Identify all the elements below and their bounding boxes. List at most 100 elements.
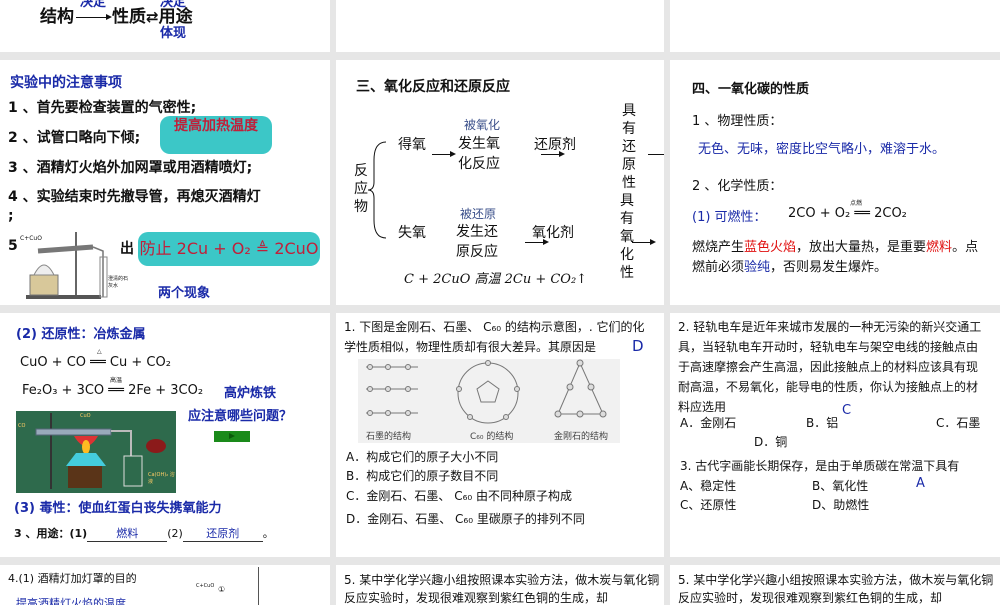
image-label: CO: [18, 423, 26, 429]
answer-mark: A: [916, 476, 925, 491]
image-label: C+CuO: [20, 235, 42, 242]
phenomena-text: 两个现象: [158, 286, 211, 301]
use-blank-1: 燃料: [87, 525, 168, 542]
slide-thumbnail-7[interactable]: (2) 还原性：冶炼金属 CuO + CO ══ Cu + CO₂ △ Fe₂O…: [0, 313, 330, 557]
option: C．金刚石、石墨、 C₆₀ 由不同种原子构成: [346, 489, 573, 503]
option: A．构成它们的原子大小不同: [346, 450, 499, 464]
marker-label: ①: [218, 585, 226, 594]
option: B．构成它们的原子数目不同: [346, 469, 499, 483]
arrow-icon: [541, 151, 566, 157]
highlight: 验纯: [744, 260, 771, 275]
physical-heading: 1 、物理性质：: [692, 114, 783, 129]
slide-thumbnail-5[interactable]: 三、氧化反应和还原反应 反应物 被氧化 得氧 发生氧化反应 还原剂 具有还原性 …: [336, 60, 664, 305]
combustibility-label: (1) 可燃性：: [692, 210, 767, 225]
slide-thumbnail-11[interactable]: 5. 某中学化学兴趣小组按照课本实验方法，做木炭与氧化铜反应实验时，发现很难观察…: [336, 565, 664, 605]
condition-label: 点燃: [850, 200, 863, 207]
co-reduction-apparatus-image: CuO CO Ca(OH)₂ 溶液: [16, 411, 176, 493]
arrow-icon: [648, 154, 664, 155]
apparatus-stand: [258, 567, 259, 605]
slide-title: 四、一氧化碳的性质: [692, 82, 810, 97]
question-4: 4.(1) 酒精灯加灯罩的目的: [8, 572, 137, 585]
slide-thumbnail-8[interactable]: 1. 下图是金刚石、石墨、 C₆₀ 的结构示意图，. 它们的化学性质相似，物理性…: [336, 313, 664, 557]
arrow-icon: [432, 151, 456, 157]
option: B、氧化性: [812, 479, 869, 493]
image-caption: C₆₀ 的结构: [470, 432, 514, 442]
play-button[interactable]: [214, 431, 250, 442]
equation-cuo: CuO + CO ══ Cu + CO₂: [20, 355, 171, 370]
slide-thumbnail-1[interactable]: 决定 决定 结构 性质⇄用途 体现: [0, 0, 330, 52]
double-arrow-icon: ⇄: [146, 8, 159, 26]
reactant-label: 反应物: [354, 163, 368, 215]
image-label: 澄清的石灰水: [108, 276, 129, 289]
reducing-property: 具有还原性: [622, 103, 636, 191]
arrow-icon: [525, 239, 550, 245]
option: A、稳定性: [680, 479, 737, 493]
brace-icon: [368, 141, 387, 239]
blast-furnace-label: 高炉炼铁: [224, 386, 277, 401]
slide-thumbnail-12[interactable]: 5. 某中学化学兴趣小组按照课本实验方法，做木炭与氧化铜反应实验时，发现很难观察…: [670, 565, 1000, 605]
label-reflect: 体现: [160, 26, 187, 41]
option: D、助燃性: [812, 498, 870, 512]
image-caption: 金刚石的结构: [554, 432, 609, 442]
question-text: 应注意哪些问题？: [188, 409, 293, 424]
option: B．铝: [806, 416, 839, 430]
arrow-icon: [632, 239, 657, 245]
image-label: C+CuO: [196, 583, 215, 589]
slide-thumbnail-4[interactable]: 实验中的注意事项 1 、首先要检查装置的气密性; 2 、试管口略向下倾; 3 、…: [0, 60, 330, 305]
note-item: 5: [8, 238, 18, 254]
slide-thumbnail-10[interactable]: 4.(1) 酒精灯加灯罩的目的 提高酒精灯火焰的温度 C+CuO ①: [0, 565, 330, 605]
answer-mark: C: [842, 403, 852, 418]
answer-text: 提高酒精灯火焰的温度: [16, 597, 126, 605]
callout-bubble: 防止 2Cu + O₂ ≜ 2CuO: [138, 232, 320, 266]
oxidation-reaction: 发生氧化反应: [458, 136, 500, 172]
property-text: 性质: [112, 7, 146, 27]
slide-thumbnail-3[interactable]: [670, 0, 1000, 52]
oxidizer: 氧化剂: [532, 225, 574, 241]
note-item: 4 、实验结束时先撤导管，再熄灭酒精灯: [8, 189, 261, 205]
slide-thumbnail-6[interactable]: 四、一氧化碳的性质 1 、物理性质： 无色、无味，密度比空气略小，难溶于水。 2…: [670, 60, 1000, 305]
toxicity-text: (3) 毒性：使血红蛋白丧失携氧能力: [14, 501, 222, 516]
combustion-equation: 2CO + O₂ ══ 2CO₂: [788, 206, 907, 221]
condition-label: 高温: [110, 377, 123, 384]
question-text: 1. 下图是金刚石、石墨、 C₆₀ 的结构示意图，. 它们的化学性质相似，物理性…: [344, 320, 645, 354]
option: D．铜: [754, 435, 788, 449]
note-item: ;: [8, 208, 14, 224]
oxidized-label: 被氧化: [464, 118, 501, 132]
play-icon: [229, 433, 235, 439]
oxidizing-property: 具有氧化性: [620, 193, 634, 281]
note-item: 3 、酒精灯火焰外加网罩或用酒精喷灯;: [8, 160, 253, 176]
use-blank-2: 还原剂: [182, 525, 263, 542]
callout-bubble: 提高加热温度: [160, 116, 272, 154]
gain-oxygen: 得氧: [398, 137, 426, 153]
reducer: 还原剂: [534, 137, 576, 153]
highlight: 蓝色火焰: [744, 240, 797, 255]
uses-line: 3 、用途：(1) 燃料 (2) 还原剂。: [14, 525, 274, 542]
option: C．石墨: [936, 416, 981, 430]
question-2: 2. 轻轨电车是近年来城市发展的一种无污染的新兴交通工具，当轻轨电车开动时，轻轨…: [678, 320, 982, 414]
highlight: 燃料: [926, 240, 953, 255]
image-caption: 石墨的结构: [366, 432, 412, 442]
apparatus-image: C+CuO 澄清的石灰水: [18, 227, 128, 302]
slide-thumbnail-9[interactable]: 2. 轻轨电车是近年来城市发展的一种无污染的新兴交通工具，当轻轨电车开动时，轻轨…: [670, 313, 1000, 557]
combustion-description: 燃烧产生蓝色火焰，放出大量热，是重要燃料。点燃前必须验纯，否则易发生爆炸。: [692, 238, 982, 278]
option: A．金刚石: [680, 416, 737, 430]
text: 燃烧产生: [692, 240, 745, 255]
uses-label: 3 、用途：(1): [14, 527, 88, 540]
reduction-reaction: 发生还原反应: [456, 224, 498, 260]
image-label: Ca(OH)₂ 溶液: [148, 472, 175, 485]
slide-title: 三、氧化反应和还原反应: [356, 79, 510, 95]
note-item: 1 、首先要检查装置的气密性;: [8, 100, 197, 116]
option: D．金刚石、石墨、 C₆₀ 里碳原子的排列不同: [346, 512, 585, 526]
slide-title: 实验中的注意事项: [10, 75, 122, 91]
condition-label: △: [97, 348, 102, 355]
arrow-icon: [76, 13, 112, 20]
slide-thumbnail-2[interactable]: [336, 0, 664, 52]
equation-fe2o3: Fe₂O₃ + 3CO ══ 2Fe + 3CO₂: [22, 383, 204, 398]
reduced-label: 被还原: [460, 207, 497, 221]
physical-properties: 无色、无味，密度比空气略小，难溶于水。: [698, 142, 946, 157]
answer-mark: D: [632, 337, 644, 355]
uses-label: 。: [262, 527, 274, 540]
note-item: 2 、试管口略向下倾;: [8, 130, 141, 146]
carbon-structures-image: 石墨的结构 C₆₀ 的结构 金刚石的结构: [358, 359, 620, 443]
image-label: CuO: [80, 413, 91, 419]
